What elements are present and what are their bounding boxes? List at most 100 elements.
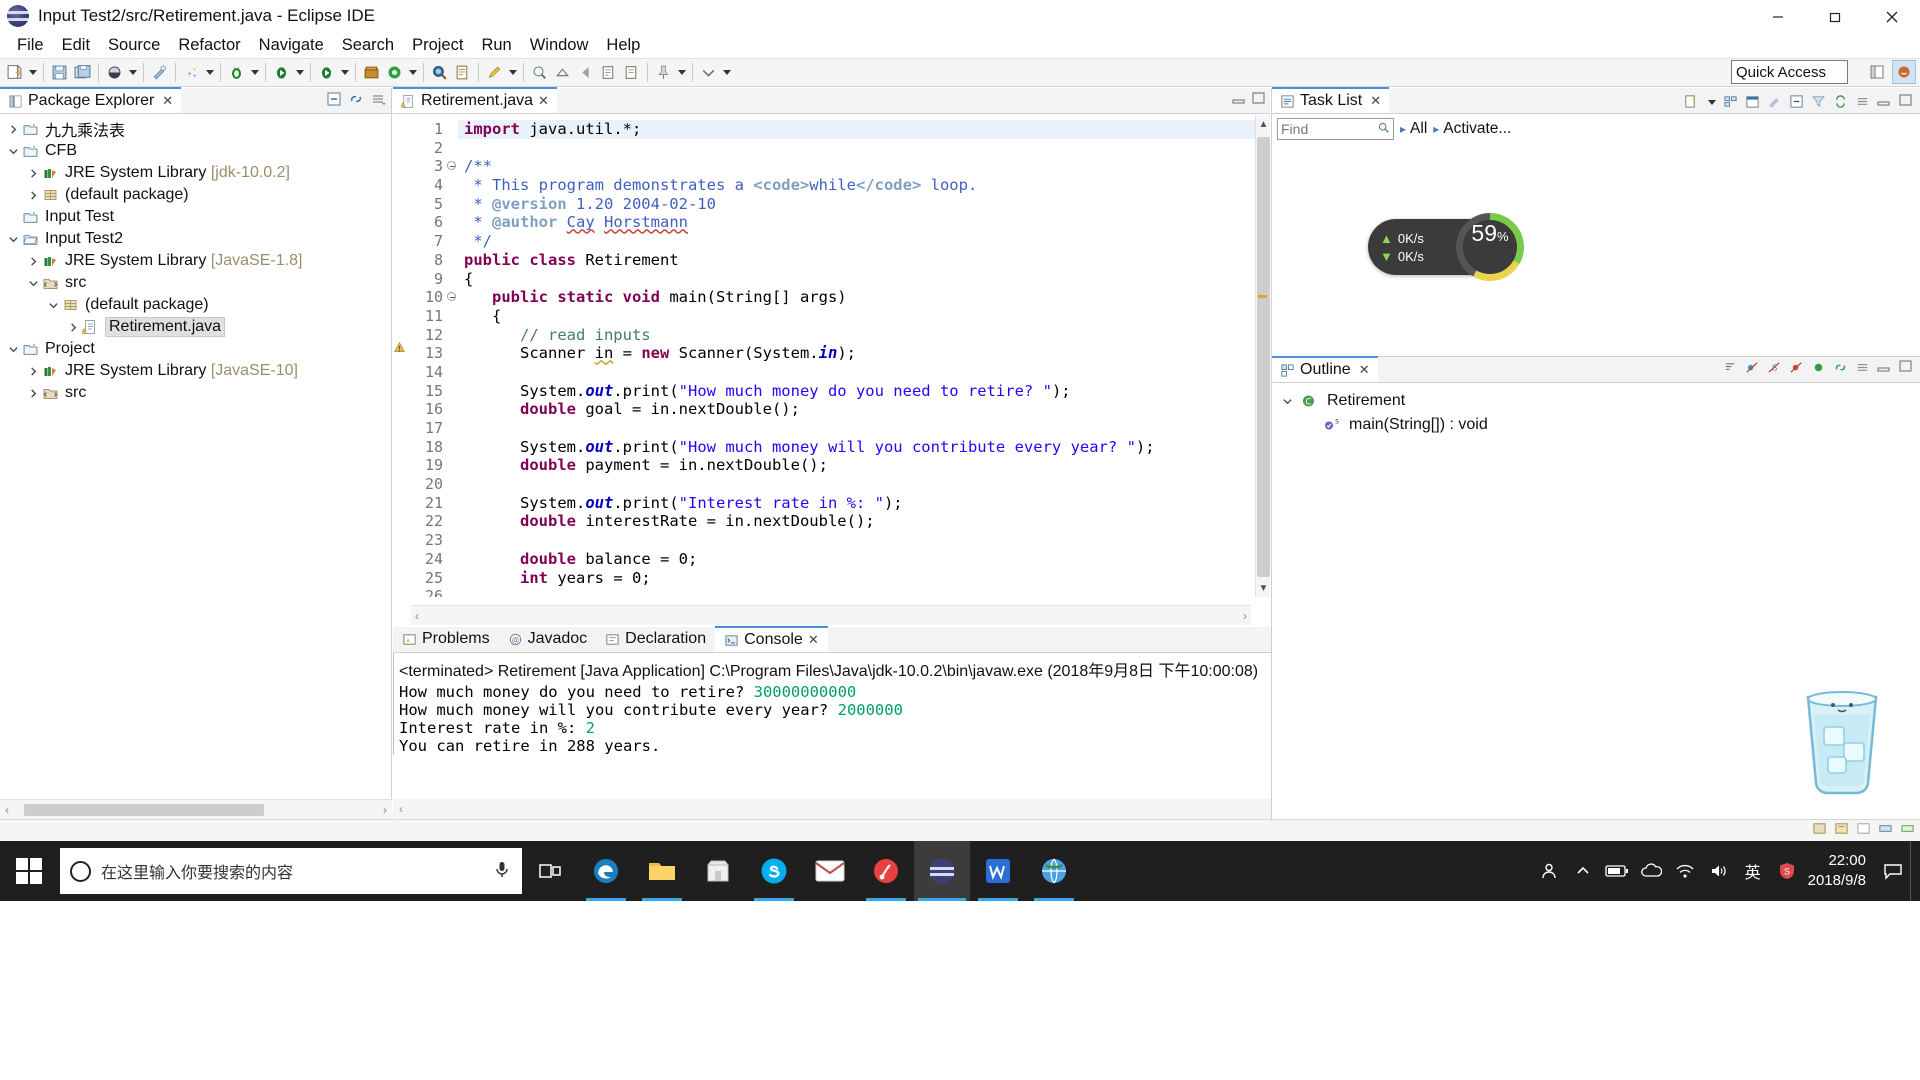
tree-item-jre-system-library[interactable]: JRE System Library [jdk-10.0.2] bbox=[0, 162, 391, 184]
scroll-up-arrow[interactable]: ▲ bbox=[1256, 115, 1271, 133]
run-dropdown-arrow[interactable] bbox=[293, 61, 306, 84]
print-dropdown-arrow[interactable] bbox=[126, 61, 139, 84]
open-perspective-button[interactable] bbox=[1865, 60, 1889, 84]
code-line[interactable]: public static void main(String[] args) bbox=[458, 288, 1270, 307]
save-icon[interactable] bbox=[48, 61, 71, 84]
menu-refactor[interactable]: Refactor bbox=[169, 34, 249, 57]
notification-icon[interactable] bbox=[1876, 841, 1910, 901]
focus-icon[interactable] bbox=[1767, 94, 1784, 111]
taskbar-search-box[interactable]: 在这里输入你要搜索的内容 bbox=[60, 848, 522, 894]
network-icon[interactable] bbox=[1668, 841, 1702, 901]
position-icon[interactable] bbox=[1856, 821, 1871, 841]
code-line[interactable]: Scanner in = new Scanner(System.in); bbox=[458, 344, 1270, 363]
chevron-right-icon[interactable] bbox=[24, 362, 42, 380]
close-icon[interactable]: ✕ bbox=[1359, 362, 1370, 378]
code-text[interactable]: import java.util.*; /** * This program d… bbox=[458, 115, 1270, 597]
hscroll-left-arrow[interactable]: ‹ bbox=[5, 803, 9, 817]
menu-file[interactable]: File bbox=[8, 34, 53, 57]
close-icon[interactable]: ✕ bbox=[538, 93, 549, 109]
chevron-down-icon[interactable] bbox=[44, 296, 62, 314]
smart-insert-icon[interactable] bbox=[1834, 821, 1849, 841]
code-line[interactable]: double payment = in.nextDouble(); bbox=[458, 456, 1270, 475]
code-line[interactable]: { bbox=[458, 270, 1270, 289]
editor-horizontal-scrollbar[interactable]: ‹ › bbox=[411, 605, 1251, 625]
tree-item-jre-system-library[interactable]: JRE System Library [JavaSE-10] bbox=[0, 360, 391, 382]
taskbar-app-eclipse[interactable] bbox=[914, 841, 970, 901]
taskbar-app-microsoft-store[interactable] bbox=[690, 841, 746, 901]
new-wizard-icon[interactable] bbox=[3, 61, 26, 84]
fold-collapse-icon[interactable] bbox=[447, 288, 458, 307]
new-java-project-dropdown-arrow[interactable] bbox=[203, 61, 216, 84]
code-line[interactable] bbox=[458, 475, 1270, 494]
task-view-button[interactable] bbox=[522, 841, 578, 901]
code-line[interactable]: * This program demonstrates a <code>whil… bbox=[458, 176, 1270, 195]
minimize-icon[interactable] bbox=[1877, 360, 1894, 377]
chevron-right-icon[interactable] bbox=[24, 384, 42, 402]
hscroll-left-arrow[interactable]: ‹ bbox=[399, 802, 403, 816]
code-line[interactable]: System.out.print("How much money will yo… bbox=[458, 438, 1270, 457]
edit-dropdown-arrow[interactable] bbox=[506, 61, 519, 84]
build-icon[interactable] bbox=[1878, 821, 1893, 841]
hscroll-left-arrow[interactable]: ‹ bbox=[415, 609, 419, 623]
filter-icon[interactable] bbox=[1811, 94, 1828, 111]
outline-item-retirement[interactable]: C Retirement bbox=[1272, 389, 1920, 413]
activate-button[interactable]: ▸ Activate... bbox=[1433, 120, 1511, 138]
forward-icon[interactable] bbox=[597, 61, 620, 84]
close-icon[interactable]: ✕ bbox=[808, 632, 819, 648]
tab-problems[interactable]: Problems bbox=[393, 626, 499, 652]
chevron-right-icon[interactable] bbox=[64, 318, 82, 336]
microphone-icon[interactable] bbox=[492, 859, 512, 884]
hscroll-thumb[interactable] bbox=[24, 804, 264, 816]
tree-item-jre-system-library[interactable]: JRE System Library [JavaSE-1.8] bbox=[0, 250, 391, 272]
run-external-icon[interactable] bbox=[315, 61, 338, 84]
tree-item-project[interactable]: Project bbox=[0, 338, 391, 360]
menu-run[interactable]: Run bbox=[472, 34, 520, 57]
code-line[interactable]: // read inputs bbox=[458, 326, 1270, 345]
search-icon[interactable] bbox=[428, 61, 451, 84]
tab-task-list[interactable]: Task List ✕ bbox=[1272, 87, 1390, 113]
chevron-right-icon[interactable] bbox=[24, 164, 42, 182]
code-line[interactable] bbox=[458, 531, 1270, 550]
code-line[interactable]: import java.util.*; bbox=[458, 120, 1270, 139]
chevron-down-icon[interactable] bbox=[4, 340, 22, 358]
menu-search[interactable]: Search bbox=[333, 34, 403, 57]
menu-window[interactable]: Window bbox=[521, 34, 598, 57]
heap-status-icon[interactable] bbox=[1900, 821, 1915, 841]
open-type-icon[interactable] bbox=[451, 61, 474, 84]
more-dropdown-arrow[interactable] bbox=[720, 61, 733, 84]
hide-fields-icon[interactable] bbox=[1745, 360, 1762, 377]
chevron-right-icon[interactable] bbox=[24, 252, 42, 270]
taskbar-app-edge[interactable] bbox=[578, 841, 634, 901]
chevron-right-icon[interactable] bbox=[24, 186, 42, 204]
menu-source[interactable]: Source bbox=[99, 34, 169, 57]
pin-icon[interactable] bbox=[652, 61, 675, 84]
tab-retirement-java[interactable]: Retirement.java ✕ bbox=[393, 87, 557, 113]
new-java-project-icon[interactable] bbox=[180, 61, 203, 84]
taskbar-app-music[interactable] bbox=[858, 841, 914, 901]
onedrive-icon[interactable] bbox=[1634, 841, 1668, 901]
search-input[interactable]: 在这里输入你要搜索的内容 bbox=[101, 859, 482, 883]
taskbar-app-mail[interactable] bbox=[802, 841, 858, 901]
quick-access-box[interactable]: Quick Access bbox=[1731, 60, 1848, 84]
search-input[interactable]: Find bbox=[1277, 118, 1394, 140]
people-icon[interactable] bbox=[1532, 841, 1566, 901]
close-button[interactable] bbox=[1863, 0, 1920, 33]
volume-icon[interactable] bbox=[1702, 841, 1736, 901]
tree-item------[interactable]: 九九乘法表 bbox=[0, 118, 391, 140]
new-task-icon[interactable] bbox=[1683, 94, 1700, 111]
chevron-down-icon[interactable] bbox=[4, 230, 22, 248]
filter-all-button[interactable]: ▸ All bbox=[1400, 120, 1427, 138]
hide-static-icon[interactable]: S bbox=[1767, 360, 1784, 377]
code-line[interactable]: System.out.print("Interest rate in %: ")… bbox=[458, 494, 1270, 513]
start-button[interactable] bbox=[0, 841, 58, 901]
vscroll-thumb[interactable] bbox=[1257, 137, 1270, 577]
quick-access-input[interactable]: Quick Access bbox=[1736, 64, 1826, 81]
coverage-icon[interactable] bbox=[360, 61, 383, 84]
save-all-icon[interactable] bbox=[71, 61, 94, 84]
maximize-icon[interactable] bbox=[1899, 360, 1916, 377]
view-menu-icon[interactable] bbox=[1855, 94, 1872, 111]
pin-dropdown-arrow[interactable] bbox=[675, 61, 688, 84]
taskbar-app-file-explorer[interactable] bbox=[634, 841, 690, 901]
menu-help[interactable]: Help bbox=[597, 34, 649, 57]
tree-item-input-test2[interactable]: Input Test2 bbox=[0, 228, 391, 250]
